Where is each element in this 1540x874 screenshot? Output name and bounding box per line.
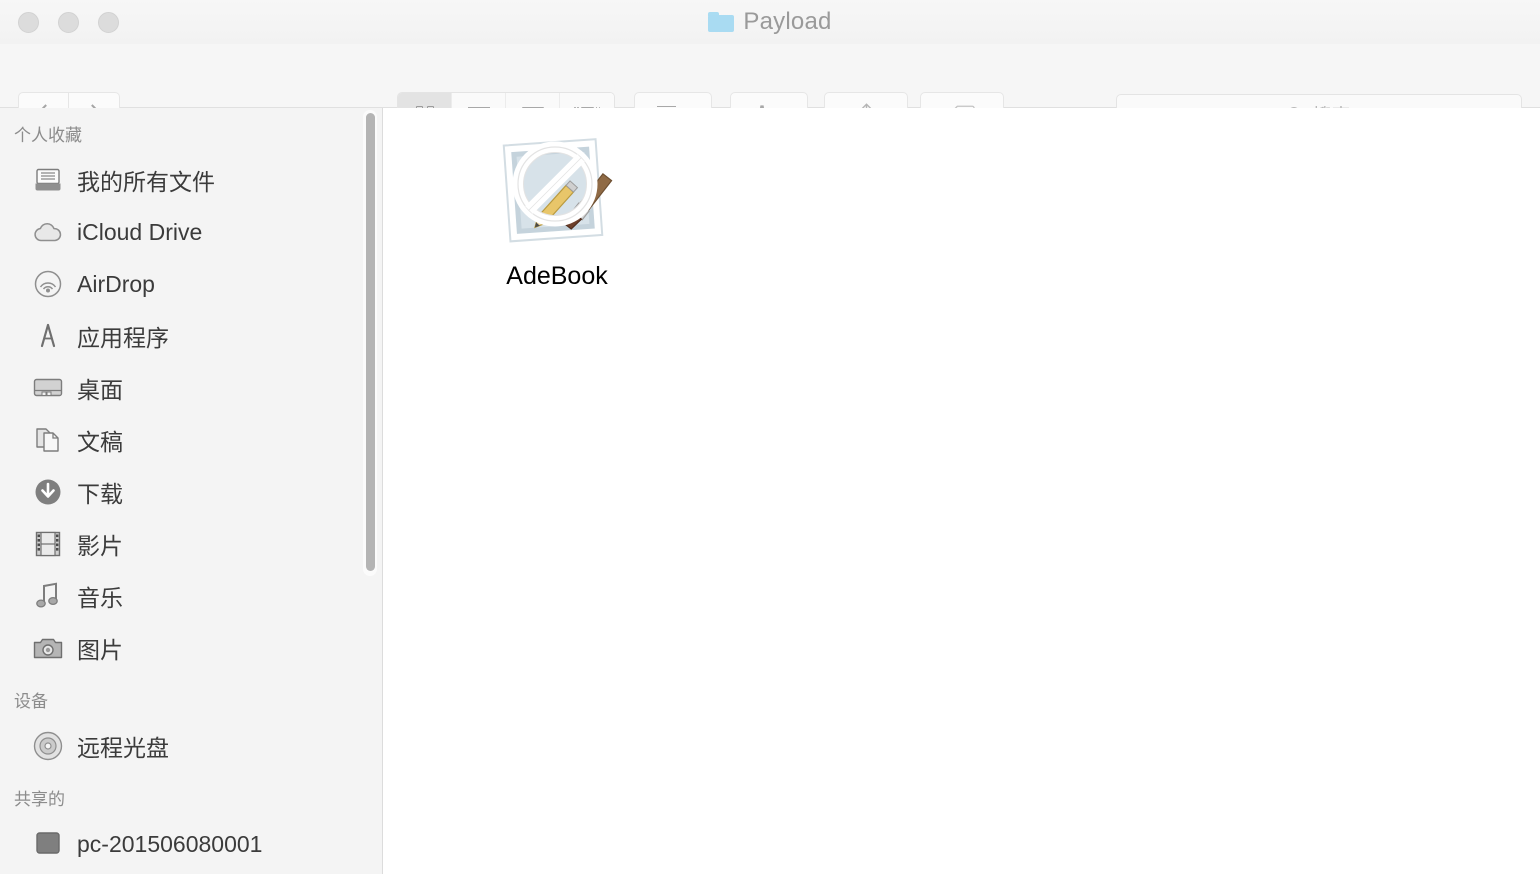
movies-icon — [33, 529, 63, 559]
folder-icon — [708, 12, 735, 32]
sidebar-item-all-my-files[interactable]: 我的所有文件 — [0, 154, 382, 206]
sidebar-section-favorites: 个人收藏 — [14, 126, 82, 145]
sidebar-item-pc-201506080001[interactable]: pc-201506080001 — [0, 818, 382, 870]
sidebar-item-label: 文稿 — [77, 429, 123, 455]
prohibited-app-icon — [495, 128, 619, 252]
sidebar-item-label: 音乐 — [77, 585, 123, 611]
cloud-icon — [33, 217, 63, 247]
zoom-button[interactable] — [98, 12, 119, 33]
finder-window: Payload 个人收藏 我的所有文件 iCloud Drive AirDrop… — [0, 0, 1540, 874]
file-browser-content[interactable]: AdeBook — [384, 108, 1540, 874]
toolbar: 搜索 — [0, 44, 1540, 137]
sidebar-item-applications[interactable]: 应用程序 — [0, 310, 382, 362]
sidebar-item-airdrop[interactable]: AirDrop — [0, 258, 382, 310]
sidebar-item-desktop[interactable]: 桌面 — [0, 362, 382, 414]
sidebar-item-downloads[interactable]: 下载 — [0, 466, 382, 518]
desktop-icon — [33, 373, 63, 403]
sidebar-section-devices: 设备 — [14, 692, 48, 711]
sidebar-item-label: 桌面 — [77, 377, 123, 403]
sidebar: 个人收藏 我的所有文件 iCloud Drive AirDrop 应用程序 桌面… — [0, 108, 383, 874]
sidebar-item-movies[interactable]: 影片 — [0, 518, 382, 570]
documents-icon — [33, 425, 63, 455]
sidebar-item-label: 远程光盘 — [77, 735, 169, 761]
traffic-light-group — [18, 12, 119, 33]
sidebar-item-pictures[interactable]: 图片 — [0, 622, 382, 674]
title-bar: Payload — [0, 0, 1540, 44]
sidebar-item-label: 下载 — [77, 481, 123, 507]
airdrop-icon — [33, 269, 63, 299]
applications-icon — [33, 321, 63, 351]
close-button[interactable] — [18, 12, 39, 33]
sidebar-item-remote-disc[interactable]: 远程光盘 — [0, 720, 382, 772]
minimize-button[interactable] — [58, 12, 79, 33]
sidebar-item-label: 我的所有文件 — [77, 169, 215, 195]
sidebar-item-icloud-drive[interactable]: iCloud Drive — [0, 206, 382, 258]
sidebar-item-music[interactable]: 音乐 — [0, 570, 382, 622]
downloads-icon — [33, 477, 63, 507]
pictures-icon — [33, 633, 63, 663]
sidebar-item-label: iCloud Drive — [77, 218, 203, 245]
sidebar-item-label: 应用程序 — [77, 325, 169, 351]
disc-icon — [33, 731, 63, 761]
sidebar-item-label: 影片 — [77, 533, 123, 559]
sidebar-item-label: 图片 — [77, 637, 123, 663]
sidebar-item-documents[interactable]: 文稿 — [0, 414, 382, 466]
display-icon — [33, 829, 63, 859]
sidebar-scrollbar-thumb[interactable] — [366, 113, 375, 571]
sidebar-item-label: AirDrop — [77, 270, 155, 297]
window-title: Payload — [743, 8, 832, 35]
file-name-label: AdeBook — [506, 262, 608, 290]
sidebar-section-shared: 共享的 — [14, 790, 65, 809]
music-icon — [33, 581, 63, 611]
file-item-adebook[interactable]: AdeBook — [472, 128, 642, 291]
sidebar-item-label: pc-201506080001 — [77, 830, 263, 857]
window-title-container: Payload — [0, 0, 1540, 44]
all-my-files-icon — [33, 165, 63, 195]
